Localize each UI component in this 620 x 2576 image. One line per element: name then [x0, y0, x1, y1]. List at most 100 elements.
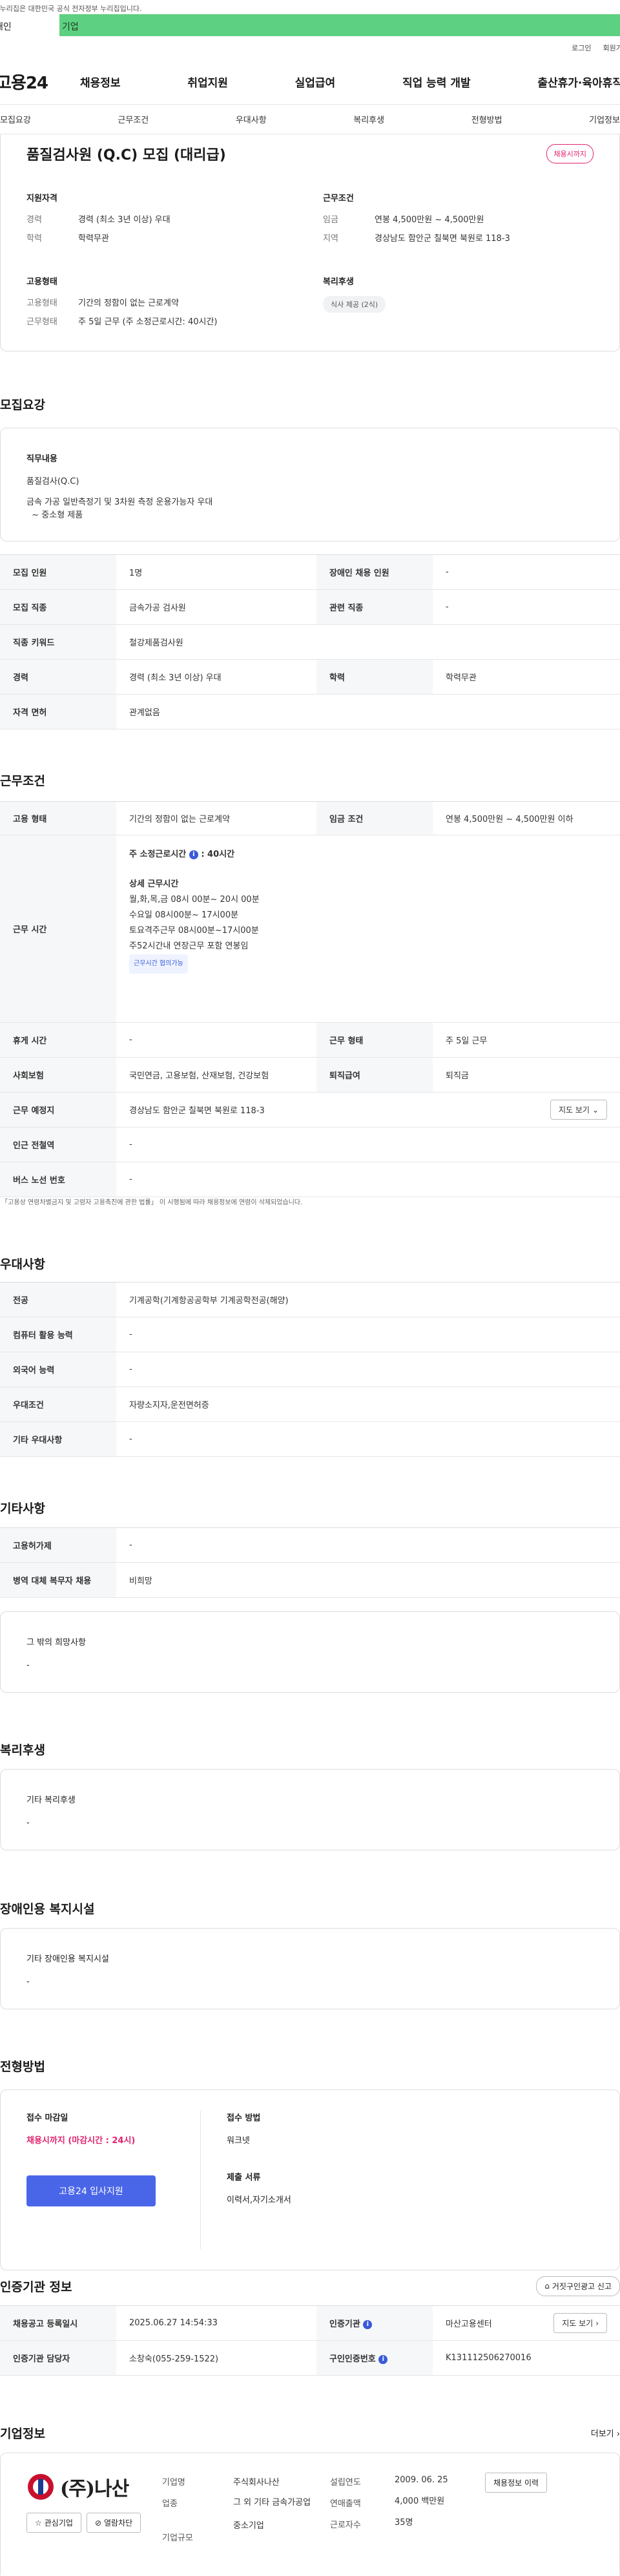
map-view-label: 지도 보기 [558, 1105, 590, 1115]
table-row: 경력 경력 (최소 3년 이상) 우대 학력 학력무관 [0, 659, 620, 695]
anchor-selection[interactable]: 전형방법 [471, 113, 502, 125]
anchor-welfare[interactable]: 복리후생 [353, 113, 384, 125]
table-cell: - [116, 1022, 316, 1058]
location-row: 경상남도 함안군 칠북면 북원로 118-3 지도 보기 ⌄ [129, 1100, 607, 1120]
company-label: 업종 [162, 2499, 178, 2509]
company-values-1: 주식회사나산 그 외 기타 금속가공업 중소기업 [233, 2473, 317, 2556]
favorite-company-button[interactable]: ☆ 관심기업 [26, 2513, 81, 2533]
tab-company[interactable]: 기업 [59, 14, 620, 36]
summary-grid: 지원자격 경력 경력 (최소 3년 이상) 우대 학력 학력무관 근무조건 임금 연봉… [26, 191, 594, 333]
selection-section-title: 전형방법 [0, 2060, 45, 2074]
table-header: 인증기관 담당자 [0, 2340, 116, 2376]
job-history-button[interactable]: 채용정보 이력 [485, 2473, 548, 2493]
table-row: 버스 노선 번호 - [0, 1162, 620, 1197]
summary-value: 기간의 정함이 없는 근로계약 [78, 298, 179, 308]
gnb-menu: 채용정보 취업지원 실업급여 직업 능력 개발 출산휴가·육아휴직 [80, 74, 620, 90]
job-line: 금속 가공 일반측정기 및 3차원 측정 운용가능자 우대 [26, 497, 213, 507]
summary-row: 근무형태 주 5일 근무 (주 소정근로시간: 40시간) [26, 315, 297, 327]
table-header: 인근 전철역 [0, 1127, 116, 1162]
company-logo: (주)나산 [26, 2473, 162, 2501]
hours-line: 월,화,목,금 08시 00분~ 20시 00분 [129, 895, 260, 905]
company-label: 연매출액 [330, 2499, 361, 2509]
condition-block: 근무조건 임금 연봉 4,500만원 ~ 4,500만원 지역 경상남도 함안군 칠… [323, 191, 594, 250]
recruit-table: 모집 인원 1명 장애인 채용 인원 - 모집 직종 금속가공 검사원 관련 직… [0, 554, 620, 729]
login-link[interactable]: 로그인 [572, 43, 591, 59]
info-icon[interactable]: i [378, 2354, 388, 2364]
gnb-menu-jobs[interactable]: 채용정보 [80, 74, 121, 90]
method-label: 접수 방법 [227, 2113, 261, 2123]
hours-negotiable-chip: 근무시간 협의가능 [129, 954, 188, 974]
company-emblem-icon [28, 2474, 54, 2500]
table-header: 사회보험 [0, 1057, 116, 1093]
table-header: 외국어 능력 [0, 1352, 116, 1387]
gnb-menu-employment-support[interactable]: 취업지원 [187, 74, 228, 90]
table-row: 근무 예정지 경상남도 함안군 칠북면 북원로 118-3 지도 보기 ⌄ [0, 1092, 620, 1127]
job-title: 품질검사원 (Q.C) 모집 (대리급) [26, 147, 226, 163]
table-cell: - [433, 554, 620, 590]
weekly-hours: 주 소정근로시간 i : 40시간 [129, 847, 607, 863]
info-icon[interactable]: i [363, 2319, 373, 2329]
company-more-link[interactable]: 더보기 › [591, 2427, 620, 2439]
agency-row: 마산고용센터 지도 보기 › [446, 2313, 607, 2333]
recruit-section-title: 모집요강 [0, 398, 45, 412]
site-logo[interactable]: 고용24 [0, 70, 80, 94]
table-cell: 금속가공 검사원 [116, 589, 316, 625]
condition-title: 근무조건 [323, 194, 354, 204]
table-header: 휴게 시간 [0, 1022, 116, 1058]
gnb-menu-training[interactable]: 직업 능력 개발 [402, 74, 471, 90]
company-more-label: 더보기 [590, 2429, 614, 2439]
chevron-right-icon: › [595, 2318, 599, 2328]
table-header: 기타 우대사항 [0, 1421, 116, 1457]
summary-key: 경력 [26, 215, 42, 225]
deadline-value: 채용시까지 (마감시간 : 24시) [26, 2136, 136, 2146]
table-cell: 2025.06.27 14:54:33 [116, 2305, 316, 2341]
company-value: 4,000 백만원 [395, 2497, 445, 2506]
apply-button[interactable]: 고용24 입사지원 [26, 2175, 156, 2206]
table-cell: 경상남도 함안군 칠북면 북원로 118-3 지도 보기 ⌄ [116, 1092, 620, 1127]
table-header: 모집 직종 [0, 589, 116, 625]
agency-map-button[interactable]: 지도 보기 › [553, 2313, 607, 2333]
anchor-company[interactable]: 기업정보 [589, 113, 620, 125]
company-history-area: 채용정보 이력 [485, 2473, 548, 2556]
company-label: 기업규모 [162, 2533, 193, 2543]
anchor-pref[interactable]: 우대사항 [236, 113, 267, 125]
join-link[interactable]: 회원가입 [603, 43, 620, 59]
table-cell: - [116, 1127, 620, 1162]
etc-wish-box: 그 밖의 희망사항 - [0, 1611, 620, 1693]
deadline-badge: 채용시까지 [546, 144, 594, 163]
method-value: 워크넷 [227, 2136, 250, 2146]
table-row: 기타 우대사항 - [0, 1421, 620, 1457]
gnb-menu-unemployment-benefit[interactable]: 실업급여 [295, 74, 336, 90]
info-icon[interactable]: i [189, 850, 198, 859]
job-description-text: 품질검사(Q.C) 금속 가공 일반측정기 및 3차원 측정 운용가능자 우대 … [26, 476, 594, 522]
table-cell: 경력 (최소 3년 이상) 우대 [116, 659, 316, 695]
table-row: 모집 인원 1명 장애인 채용 인원 - [0, 554, 620, 590]
block-view-button[interactable]: ⊘ 열람차단 [86, 2513, 141, 2533]
tab-personal[interactable]: 개인 [0, 14, 59, 36]
table-cell: - [116, 1317, 620, 1352]
agency-section-title: 인증기관 정보 [0, 2279, 72, 2294]
gnb-menu-maternity[interactable]: 출산휴가·육아휴직 [537, 74, 620, 90]
company-labels-1: 기업명 업종 기업규모 [162, 2473, 220, 2556]
selection-right: 접수 방법 워크넷 제출 서류 이력서,자기소개서 [227, 2111, 291, 2249]
summary-value: 연봉 4,500만원 ~ 4,500만원 [375, 215, 484, 225]
work-hours-cell: 주 소정근로시간 i : 40시간 상세 근무시간 월,화,목,금 08시 00… [116, 835, 620, 1023]
work-location: 경상남도 함안군 칠북면 북원로 118-3 [129, 1106, 265, 1116]
map-view-button[interactable]: 지도 보기 ⌄ [550, 1100, 607, 1120]
table-header: 직종 키워드 [0, 624, 116, 660]
table-header: 근무 시간 [0, 835, 116, 1023]
gov-banner: 이 누리집은 대한민국 공식 전자정부 누리집입니다. [0, 5, 142, 13]
table-row: 인증기관 담당자 소창숙(055-259-1522) 구인인증번호 i K131… [0, 2340, 620, 2376]
summary-row: 지역 경상남도 함안군 칠북면 북원로 118-3 [323, 231, 594, 244]
false-ad-report-button[interactable]: ⌂ 거짓구인광고 신고 [536, 2276, 620, 2296]
anchor-work[interactable]: 근무조건 [118, 113, 149, 125]
job-description-title: 직무내용 [26, 454, 57, 464]
table-cell: - [433, 589, 620, 625]
summary-value: 경력 (최소 3년 이상) 우대 [78, 215, 170, 225]
user-type-tabs: 개인 기업 [0, 14, 620, 36]
table-row: 근무 시간 주 소정근로시간 i : 40시간 상세 근무시간 월,화,목,금 … [0, 835, 620, 1023]
summary-row: 학력 학력무관 [26, 231, 297, 244]
anchor-recruit[interactable]: 모집요강 [0, 113, 31, 125]
pref-table: 전공 기계공학(기계항공공학부 기계공학전공(해양) 컴퓨터 활용 능력 - 외국어… [0, 1282, 620, 1457]
table-cell: 퇴직금 [433, 1057, 620, 1093]
